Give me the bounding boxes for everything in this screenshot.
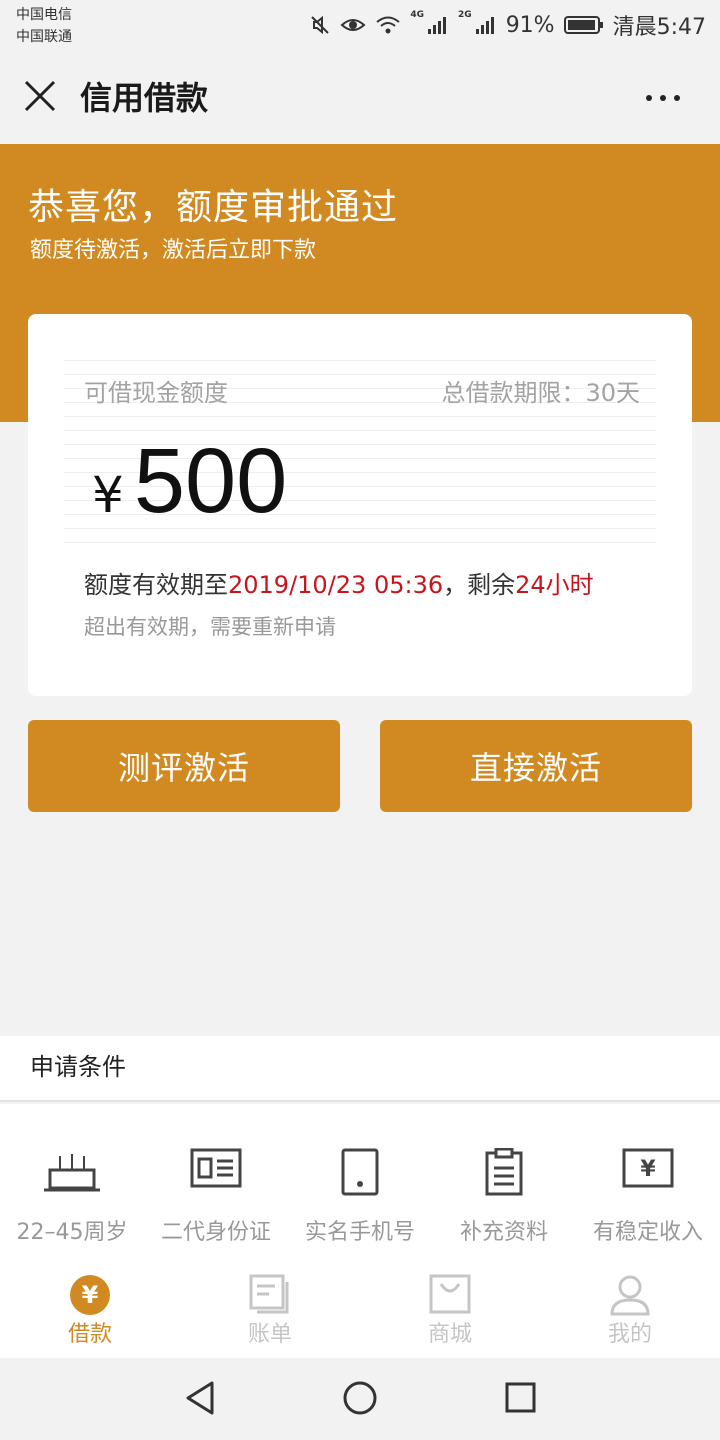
evaluate-activate-button[interactable]: 测评激活: [28, 720, 340, 812]
validity-date: 2019/10/23 05:36: [228, 571, 444, 599]
bill-icon: [249, 1274, 289, 1314]
conditions-header: 申请条件: [0, 1036, 720, 1102]
conditions-title: 申请条件: [30, 1053, 126, 1081]
tab-bill[interactable]: 账单: [180, 1260, 360, 1358]
bottom-tab-bar: ¥ 借款 账单 商城 我的: [0, 1260, 720, 1358]
condition-label: 补充资料: [459, 1220, 548, 1245]
condition-label: 二代身份证: [160, 1220, 271, 1245]
tab-mine[interactable]: 我的: [540, 1260, 720, 1358]
validity-remaining: 24小时: [515, 571, 594, 599]
signal-icon: [475, 17, 494, 34]
tab-label: 我的: [607, 1322, 652, 1347]
user-icon: [610, 1275, 650, 1316]
battery-percent: 91%: [505, 12, 555, 38]
status-bar: 中国电信 中国联通 4G 2G 91% 清晨5:47: [0, 0, 720, 52]
condition-label: 实名手机号: [304, 1220, 415, 1245]
condition-materials: 补充资料: [432, 1104, 576, 1260]
currency-symbol: ¥: [92, 466, 124, 524]
condition-id-card: 二代身份证: [144, 1104, 288, 1260]
page-title: 信用借款: [80, 79, 209, 117]
svg-text:¥: ¥: [82, 1281, 99, 1309]
condition-phone: 实名手机号: [288, 1104, 432, 1260]
title-bar: 信用借款: [0, 52, 720, 144]
validity-hint: 超出有效期，需要重新申请: [84, 615, 336, 639]
validity-line: 额度有效期至2019/10/23 05:36，剩余24小时: [84, 568, 594, 602]
signal-icon: [428, 17, 447, 34]
direct-activate-button[interactable]: 直接激活: [380, 720, 692, 812]
credit-card: 可借现金额度 总借款期限：30天 ¥ 500 额度有效期至2019/10/23 …: [28, 314, 692, 696]
clock: 清晨5:47: [612, 15, 706, 40]
id-card-icon: [190, 1148, 242, 1188]
amount-value: 500: [133, 430, 288, 532]
tab-loan[interactable]: ¥ 借款: [0, 1260, 180, 1358]
tab-label: 商城: [427, 1322, 472, 1347]
carrier-2: 中国联通: [16, 29, 72, 45]
condition-income: ¥ 有稳定收入: [576, 1104, 720, 1260]
validity-mid: ，剩余: [443, 571, 516, 599]
tab-mall[interactable]: 商城: [360, 1260, 540, 1358]
cake-icon: [44, 1154, 100, 1192]
condition-label: 有稳定收入: [592, 1220, 703, 1245]
mute-icon: [311, 15, 330, 35]
system-icons: 4G 2G 91% 清晨5:47: [309, 8, 706, 42]
tab-label: 借款: [67, 1322, 112, 1347]
carrier-info: 中国电信 中国联通: [16, 4, 72, 48]
eye-icon: [340, 19, 366, 31]
home-icon[interactable]: [342, 1380, 378, 1416]
validity-prefix: 额度有效期至: [84, 571, 228, 599]
network-type-1: 4G: [410, 10, 425, 20]
conditions-list: 22–45周岁 二代身份证 实名手机号 补充资料 ¥ 有稳定收入: [0, 1104, 720, 1260]
tab-label: 账单: [247, 1322, 292, 1347]
battery-icon: [563, 16, 603, 34]
bag-icon: [429, 1274, 471, 1314]
credit-label: 可借现金额度: [84, 379, 228, 407]
more-button[interactable]: [646, 90, 686, 106]
condition-label: 22–45周岁: [16, 1220, 128, 1245]
svg-text:¥: ¥: [640, 1157, 656, 1182]
close-icon: [24, 80, 56, 112]
phone-icon: [341, 1148, 379, 1196]
condition-age: 22–45周岁: [0, 1104, 144, 1260]
system-nav-bar: [0, 1358, 720, 1440]
close-button[interactable]: [22, 78, 62, 118]
wifi-icon: [376, 16, 401, 34]
more-icon: [646, 95, 652, 101]
clipboard-icon: [485, 1148, 523, 1196]
banner-subtitle: 额度待激活，激活后立即下款: [30, 238, 317, 263]
yen-circle-icon: ¥: [70, 1275, 110, 1315]
network-type-2: 2G: [458, 10, 472, 20]
carrier-1: 中国电信: [16, 7, 72, 23]
credit-amount: ¥ 500: [92, 426, 287, 536]
yen-bill-icon: ¥: [622, 1148, 674, 1188]
loan-term: 总借款期限：30天: [441, 379, 640, 407]
recents-icon[interactable]: [504, 1380, 536, 1416]
back-icon[interactable]: [184, 1380, 216, 1416]
banner-title: 恭喜您，额度审批通过: [28, 187, 399, 228]
